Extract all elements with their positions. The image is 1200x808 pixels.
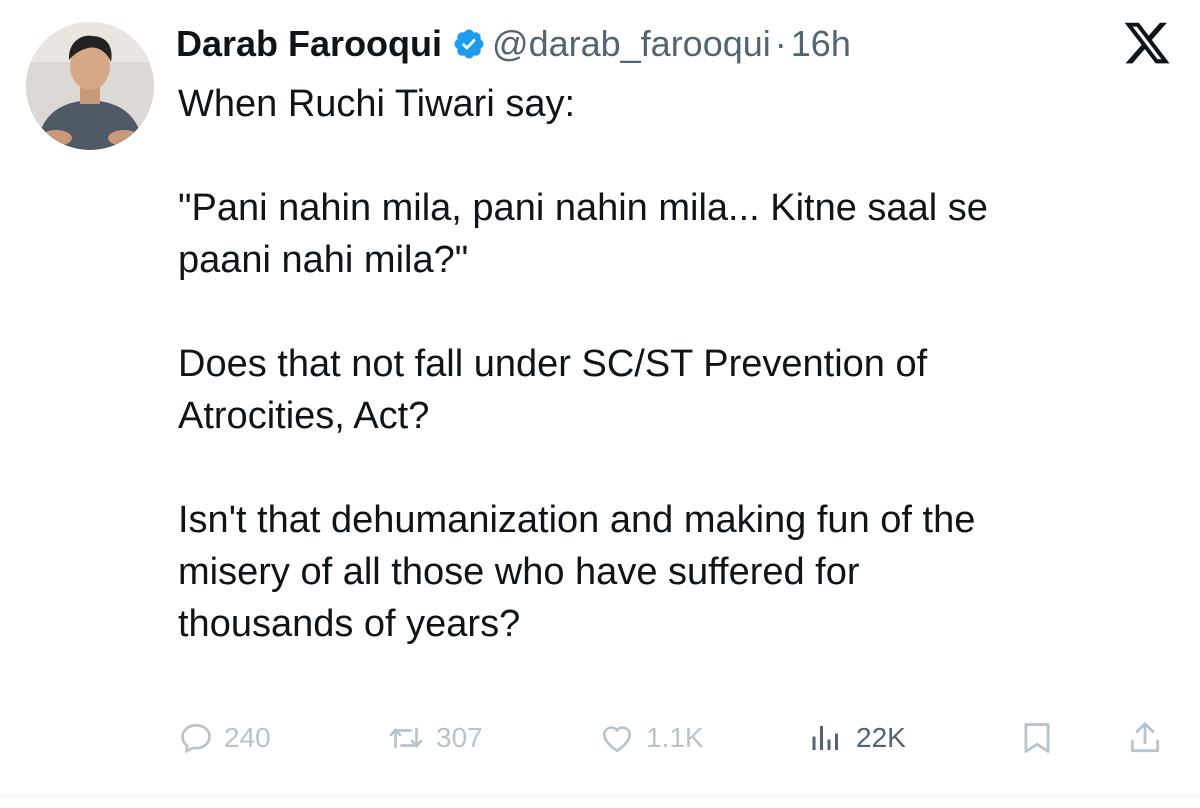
tweet-line: Atrocities, Act?: [178, 395, 430, 437]
divider: [0, 796, 1200, 797]
views-button[interactable]: 22K: [806, 712, 906, 764]
tweet-line: Isn't that dehumanization and making fun…: [178, 499, 976, 541]
author-name[interactable]: Darab Farooqui: [176, 23, 442, 65]
views-count: 22K: [856, 722, 906, 753]
action-bar: 240 307 1.1K 22K: [0, 712, 1200, 764]
bookmark-icon: [1018, 718, 1056, 758]
tweet-line: Does that not fall under SC/ST Preventio…: [178, 343, 928, 385]
verified-badge-icon: [452, 27, 486, 61]
reply-count: 240: [224, 722, 271, 753]
share-icon: [1126, 718, 1164, 758]
bookmark-button[interactable]: [1018, 712, 1056, 764]
tweet-line: thousands of years?: [178, 603, 521, 645]
separator-dot: ·: [774, 23, 787, 64]
like-button[interactable]: 1.1K: [598, 712, 704, 764]
tweet-header: Darab Farooqui @darab_farooqui · 16h: [176, 18, 851, 70]
reply-button[interactable]: 240: [178, 712, 271, 764]
x-logo-icon[interactable]: [1122, 18, 1172, 68]
timestamp[interactable]: 16h: [791, 23, 851, 65]
tweet-line: misery of all those who have suffered fo…: [178, 551, 860, 593]
tweet-line: paani nahi mila?": [178, 239, 469, 281]
reply-icon: [178, 720, 214, 756]
repost-count: 307: [436, 722, 483, 753]
avatar-photo: [26, 22, 154, 150]
repost-button[interactable]: 307: [386, 712, 483, 764]
avatar[interactable]: [26, 22, 154, 150]
author-handle[interactable]: @darab_farooqui: [492, 23, 771, 65]
tweet-text: When Ruchi Tiwari say: "Pani nahin mila,…: [178, 78, 1168, 650]
repost-icon: [386, 720, 426, 756]
like-count: 1.1K: [646, 722, 704, 753]
views-icon: [806, 720, 846, 756]
tweet-line: "Pani nahin mila, pani nahin mila... Kit…: [178, 187, 988, 229]
share-button[interactable]: [1126, 712, 1164, 764]
tweet-line: When Ruchi Tiwari say:: [178, 83, 576, 125]
heart-icon: [598, 720, 636, 756]
